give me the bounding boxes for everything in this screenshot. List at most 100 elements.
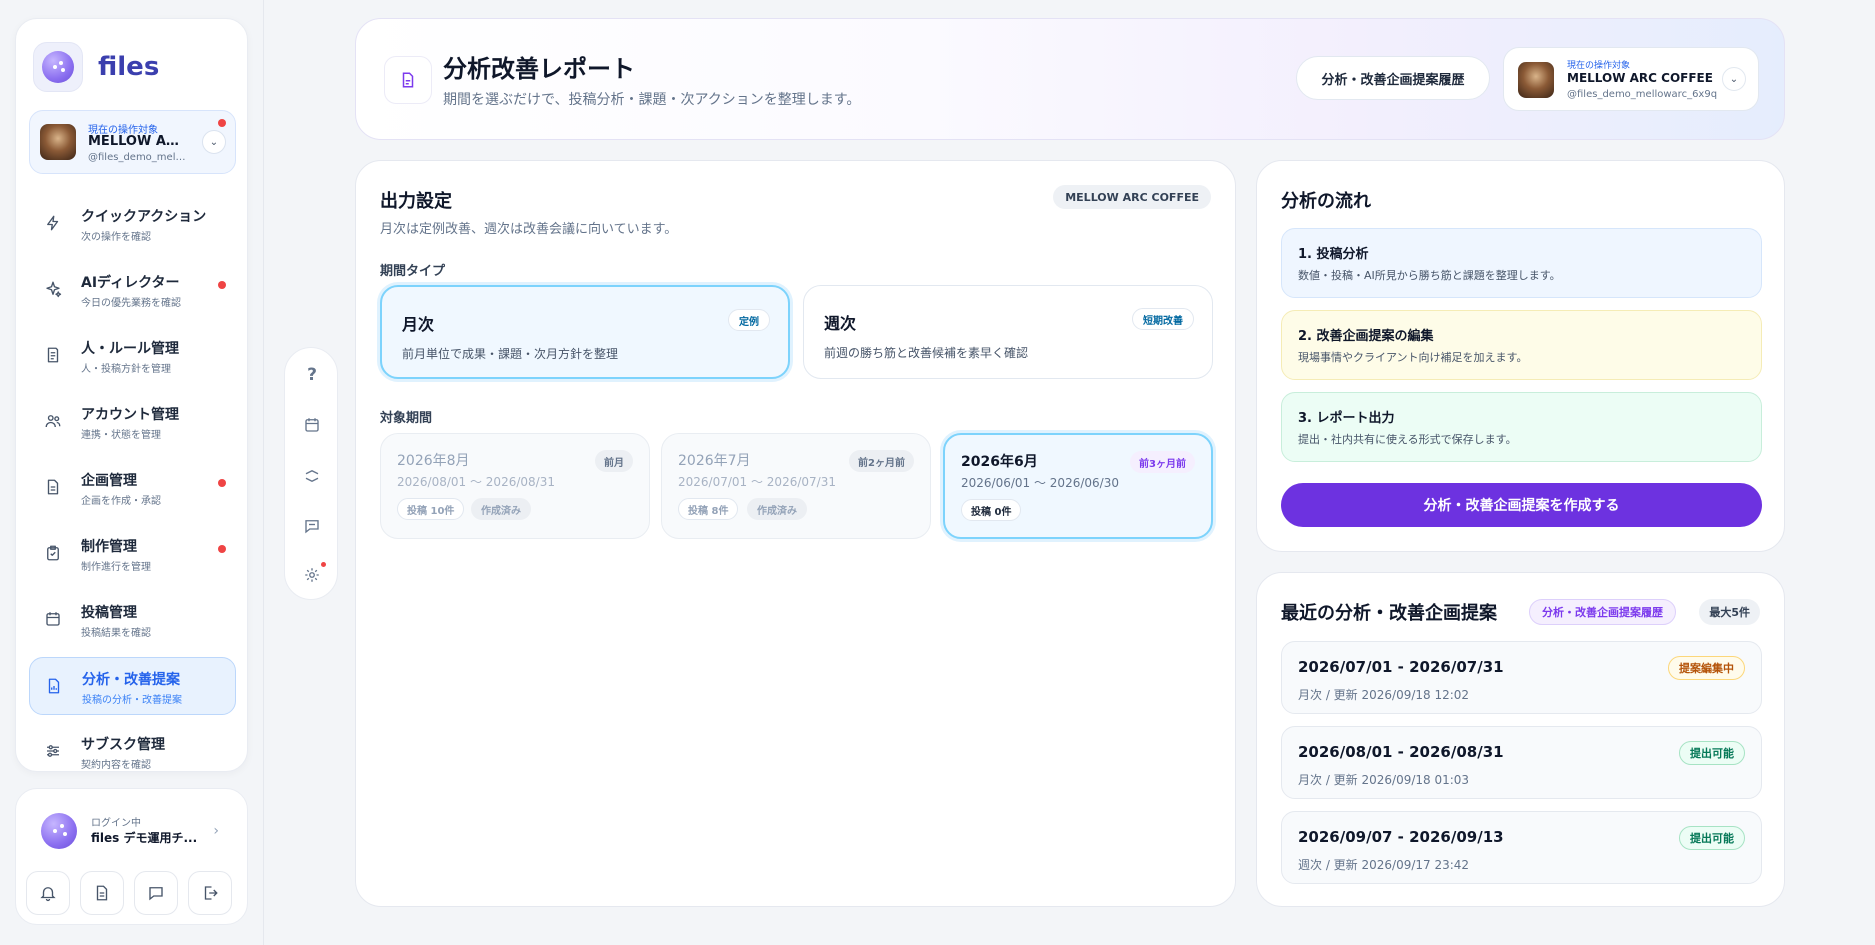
period-type-monthly[interactable]: 月次 定例 前月単位で成果・課題・次月方針を整理: [380, 285, 790, 379]
target-period-label: 対象期間: [380, 411, 433, 426]
notification-dot: [218, 119, 226, 127]
flow-step-title: 2. 改善企画提案の編集: [1298, 329, 1434, 344]
sidebar-item-1[interactable]: クイックアクション 次の操作を確認: [29, 195, 236, 253]
sidebar-item-label: サブスク管理: [81, 737, 165, 753]
recent-proposal-item[interactable]: 2026/09/07 - 2026/09/13 週次 / 更新 2026/09/1…: [1281, 811, 1762, 884]
chevron-down-icon[interactable]: ⌄: [1722, 67, 1746, 91]
logout-button[interactable]: [188, 871, 232, 915]
sidebar-item-9[interactable]: サブスク管理 契約内容を確認: [29, 723, 236, 781]
recent-proposal-item[interactable]: 2026/08/01 - 2026/08/31 月次 / 更新 2026/09/1…: [1281, 726, 1762, 799]
panel-title: 出力設定: [380, 191, 452, 212]
target-handle: @files_demo_mellowarc_6x9q: [1567, 89, 1718, 100]
period-range: 2026/07/01 〜 2026/07/31: [678, 475, 836, 489]
sidebar-item-8[interactable]: 分析・改善提案 投稿の分析・改善提案: [29, 657, 236, 715]
sidebar-item-label: 制作管理: [81, 539, 137, 555]
brand[interactable]: files: [33, 42, 159, 92]
period-name: 2026年8月: [397, 453, 470, 469]
history-button[interactable]: 分析・改善企画提案履歴: [1296, 56, 1490, 100]
lightning-icon: [47, 215, 59, 231]
notification-dot: [218, 479, 226, 487]
sidebar-region: files 現在の操作対象 MELLOW ARC COFFEE @files_d…: [0, 0, 264, 945]
calendar-icon: [46, 612, 60, 626]
messages-button[interactable]: [134, 871, 178, 915]
sidebar-item-sub: 人・投稿方針を管理: [81, 364, 171, 375]
calendar-icon[interactable]: [300, 413, 324, 437]
panel-subtitle: 月次は定例改善、週次は改善会議に向いています。: [380, 222, 678, 237]
flow-step-1: 1. 投稿分析 数値・投稿・AI所見から勝ち筋と課題を整理します。: [1281, 228, 1762, 298]
logout-icon: [204, 886, 218, 900]
sidebar: files 現在の操作対象 MELLOW ARC COFFEE @files_d…: [15, 18, 248, 772]
notification-dot: [218, 281, 226, 289]
recent-proposal-item[interactable]: 2026/07/01 - 2026/07/31 月次 / 更新 2026/09/1…: [1281, 641, 1762, 714]
period-type-label: 期間タイプ: [380, 264, 446, 279]
account-avatar: [40, 124, 76, 160]
document-icon: [96, 885, 108, 901]
proposal-range: 2026/07/01 - 2026/07/31: [1298, 658, 1504, 676]
page-title: 分析改善レポート: [443, 55, 635, 83]
period-name: 2026年7月: [678, 453, 751, 469]
status-badge: 提出可能: [1679, 741, 1745, 765]
period-type-desc: 前月単位で成果・課題・次月方針を整理: [402, 347, 619, 361]
notifications-button[interactable]: [26, 871, 70, 915]
sidebar-item-sub: 投稿の分析・改善提案: [82, 695, 182, 706]
flow-step-desc: 現場事情やクライアント向け補足を加えます。: [1298, 351, 1528, 364]
sidebar-item-2[interactable]: AIディレクター今日の優先業務を確認: [29, 261, 236, 319]
period-type-name: 月次: [402, 315, 435, 334]
proposal-meta: 月次 / 更新 2026/09/18 12:02: [1298, 688, 1470, 702]
rules-doc-icon: [47, 347, 59, 363]
page-subtitle: 期間を選ぶだけで、投稿分析・課題・次アクションを整理します。: [443, 92, 861, 108]
user-name: files デモ運用チ...: [91, 831, 198, 845]
period-type-name: 週次: [824, 314, 857, 333]
users-icon: [45, 415, 61, 428]
sidebar-item-sub: 企画を作成・承認: [81, 496, 161, 507]
sidebar-item-3[interactable]: 人・ルール管理人・投稿方針を管理: [29, 327, 236, 385]
help-icon[interactable]: ?: [300, 363, 324, 387]
tool-rail: ?: [284, 347, 338, 600]
documents-button[interactable]: [80, 871, 124, 915]
flow-step-desc: 数値・投稿・AI所見から勝ち筋と課題を整理します。: [1298, 269, 1561, 282]
sidebar-item-label: クイックアクション: [81, 209, 207, 225]
sidebar-item-label: 人・ルール管理: [81, 341, 179, 357]
compare-icon[interactable]: [300, 464, 324, 488]
panel-title: 分析の流れ: [1281, 191, 1371, 212]
flow-step-title: 3. レポート出力: [1298, 411, 1395, 426]
proposal-meta: 週次 / 更新 2026/09/17 23:42: [1298, 858, 1470, 872]
create-proposal-button[interactable]: 分析・改善企画提案を作成する: [1281, 483, 1762, 527]
sidebar-item-5[interactable]: 企画管理企画を作成・承認: [29, 459, 236, 517]
login-status: ログイン中: [91, 818, 141, 829]
clipboard-icon: [47, 545, 59, 561]
sidebar-item-7[interactable]: 投稿管理 投稿結果を確認: [29, 591, 236, 649]
period-option-jul[interactable]: 2026年7月 前2ヶ月前 2026/07/01 〜 2026/07/31 投稿…: [661, 433, 931, 539]
period-relative: 前2ヶ月前: [849, 450, 914, 472]
period-range: 2026/08/01 〜 2026/08/31: [397, 475, 555, 489]
chat-icon[interactable]: [300, 514, 324, 538]
sidebar-item-4[interactable]: アカウント管理 連携・状態を管理: [29, 393, 236, 451]
proposal-range: 2026/09/07 - 2026/09/13: [1298, 828, 1504, 846]
period-relative: 前3ヶ月前: [1130, 451, 1195, 473]
sidebar-target-selector[interactable]: 現在の操作対象 MELLOW ARC COFFEE @files_demo_me…: [29, 110, 236, 174]
period-type-tag: 定例: [728, 309, 770, 331]
period-option-aug[interactable]: 2026年8月 前月 2026/08/01 〜 2026/08/31 投稿 10…: [380, 433, 650, 539]
period-type-weekly[interactable]: 週次 短期改善 前週の勝ち筋と改善候補を素早く確認: [803, 285, 1213, 379]
target-name: MELLOW ARC COFFEE: [1567, 71, 1713, 85]
sidebar-item-label: 投稿管理: [81, 605, 137, 621]
sidebar-item-label: AIディレクター: [81, 275, 180, 291]
bell-icon: [40, 887, 56, 902]
target-handle: @files_demo_melloworc_6x9q: [88, 152, 188, 163]
chevron-right-icon[interactable]: ›: [213, 823, 219, 839]
sidebar-item-sub: 今日の優先業務を確認: [81, 298, 181, 309]
header-target-selector[interactable]: 現在の操作対象 MELLOW ARC COFFEE @files_demo_me…: [1503, 47, 1759, 111]
user-avatar[interactable]: [41, 813, 77, 849]
sidebar-item-6[interactable]: 制作管理 制作進行を管理: [29, 525, 236, 583]
history-link-chip[interactable]: 分析・改善企画提案履歴: [1529, 599, 1676, 625]
brand-name: files: [98, 52, 160, 82]
max-count-chip: 最大5件: [1699, 599, 1760, 625]
post-count-chip: 投稿 0件: [961, 499, 1022, 521]
period-option-jun[interactable]: 2026年6月 前3ヶ月前 2026/06/01 〜 2026/06/30 投稿…: [943, 433, 1213, 539]
chevron-down-icon[interactable]: ⌄: [202, 130, 226, 154]
settings-icon[interactable]: [300, 562, 326, 587]
sidebar-item-label: 企画管理: [81, 473, 137, 489]
status-chip: 作成済み: [471, 498, 531, 520]
sliders-icon: [47, 745, 59, 757]
file-icon: [47, 479, 59, 495]
